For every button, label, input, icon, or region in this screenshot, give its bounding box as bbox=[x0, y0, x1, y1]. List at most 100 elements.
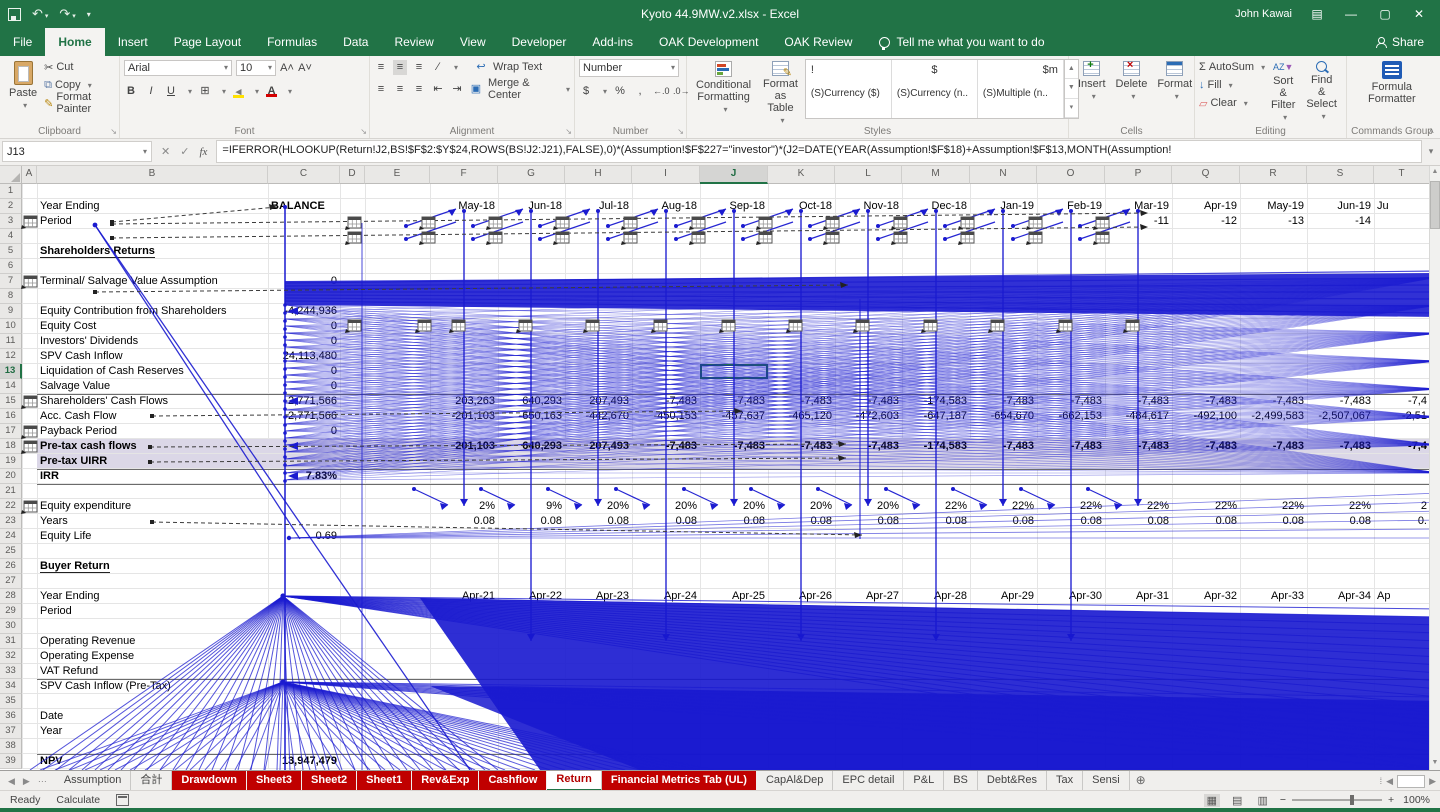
cell-B20[interactable]: IRR bbox=[37, 469, 268, 484]
cell-N16[interactable]: -654,670 bbox=[970, 409, 1037, 424]
row-header-16[interactable]: 16 bbox=[0, 409, 22, 424]
tab-data[interactable]: Data bbox=[330, 28, 381, 56]
cell-I2[interactable]: Aug-18 bbox=[632, 199, 700, 214]
row-header-20[interactable]: 20 bbox=[0, 469, 22, 484]
row-header-1[interactable]: 1 bbox=[0, 184, 22, 199]
row-header-28[interactable]: 28 bbox=[0, 589, 22, 604]
row-header-12[interactable]: 12 bbox=[0, 349, 22, 364]
cell-J22[interactable]: 20% bbox=[700, 499, 768, 514]
cell-B39[interactable]: NPV bbox=[37, 754, 268, 769]
number-dialog-launcher[interactable]: ↘ bbox=[677, 127, 684, 136]
cell-I23[interactable]: 0.08 bbox=[632, 514, 700, 529]
row-header-21[interactable]: 21 bbox=[0, 484, 22, 499]
close-button[interactable]: ✕ bbox=[1410, 7, 1428, 21]
cell-P23[interactable]: 0.08 bbox=[1105, 514, 1172, 529]
undo-icon[interactable]: ↶ ▾ bbox=[32, 6, 48, 22]
cell-Q2[interactable]: Apr-19 bbox=[1172, 199, 1240, 214]
tab-page-layout[interactable]: Page Layout bbox=[161, 28, 254, 56]
row-header-9[interactable]: 9 bbox=[0, 304, 22, 319]
row-header-5[interactable]: 5 bbox=[0, 244, 22, 259]
cell-L23[interactable]: 0.08 bbox=[835, 514, 902, 529]
align-right-button[interactable]: ≡ bbox=[412, 82, 426, 97]
cell-M16[interactable]: -647,187 bbox=[902, 409, 970, 424]
grow-font-button[interactable]: A˄ bbox=[280, 61, 294, 76]
cell-T28[interactable]: Ap bbox=[1374, 589, 1430, 604]
cell-I28[interactable]: Apr-24 bbox=[632, 589, 700, 604]
tab-add-ins[interactable]: Add-ins bbox=[579, 28, 646, 56]
col-header-C[interactable]: C bbox=[268, 165, 340, 184]
cell-O23[interactable]: 0.08 bbox=[1037, 514, 1105, 529]
sheet-tab-p-l[interactable]: P&L bbox=[904, 771, 944, 791]
row-header-19[interactable]: 19 bbox=[0, 454, 22, 469]
cell-T15[interactable]: -7,4 bbox=[1374, 394, 1430, 409]
cell-P15[interactable]: -7,483 bbox=[1105, 394, 1172, 409]
sheet-tab-cashflow[interactable]: Cashflow bbox=[479, 771, 547, 791]
cell-H18[interactable]: 207,493 bbox=[565, 439, 632, 454]
cell-L18[interactable]: -7,483 bbox=[835, 439, 902, 454]
new-sheet-button[interactable]: ⊕ bbox=[1130, 771, 1152, 791]
col-header-B[interactable]: B bbox=[37, 165, 268, 184]
select-all-corner[interactable] bbox=[0, 165, 22, 184]
collapse-ribbon-button[interactable]: ˄ bbox=[1429, 126, 1434, 136]
cell-C24[interactable]: 0.69 bbox=[268, 529, 340, 544]
cell-K15[interactable]: -7,483 bbox=[768, 394, 835, 409]
page-layout-view-icon[interactable]: ▤ bbox=[1229, 794, 1245, 807]
row-header-26[interactable]: 26 bbox=[0, 559, 22, 574]
cell-C7[interactable]: 0 bbox=[268, 274, 340, 289]
cell-S18[interactable]: -7,483 bbox=[1307, 439, 1374, 454]
formula-input[interactable]: =IFERROR(HLOOKUP(Return!J2,BS!$F$2:$Y$24… bbox=[216, 140, 1422, 163]
cell-B16[interactable]: Acc. Cash Flow bbox=[37, 409, 268, 424]
cell-G2[interactable]: Jun-18 bbox=[498, 199, 565, 214]
align-center-button[interactable]: ≡ bbox=[393, 82, 407, 97]
row-header-4[interactable]: 4 bbox=[0, 229, 22, 244]
cell-K22[interactable]: 20% bbox=[768, 499, 835, 514]
cell-O18[interactable]: -7,483 bbox=[1037, 439, 1105, 454]
cell-O15[interactable]: -7,483 bbox=[1037, 394, 1105, 409]
conditional-formatting-button[interactable]: ConditionalFormatting ▾ bbox=[691, 59, 756, 128]
restore-button[interactable]: ▢ bbox=[1376, 7, 1394, 21]
cell-B28[interactable]: Year Ending bbox=[37, 589, 268, 604]
cell-N2[interactable]: Jan-19 bbox=[970, 199, 1037, 214]
cell-I22[interactable]: 20% bbox=[632, 499, 700, 514]
cell-N18[interactable]: -7,483 bbox=[970, 439, 1037, 454]
accounting-format-button[interactable]: $ bbox=[579, 84, 593, 99]
cell-B17[interactable]: Payback Period bbox=[37, 424, 268, 439]
cell-T22[interactable]: 2 bbox=[1374, 499, 1430, 514]
cell-S16[interactable]: -2,507,067 bbox=[1307, 409, 1374, 424]
cell-style-item[interactable]: $(S)Currency (n.. bbox=[892, 60, 978, 118]
calculate-status[interactable]: Calculate bbox=[56, 794, 100, 806]
row-header-15[interactable]: 15 bbox=[0, 394, 22, 409]
decrease-indent-button[interactable]: ⇤ bbox=[431, 82, 445, 97]
row-header-32[interactable]: 32 bbox=[0, 649, 22, 664]
cell-C39[interactable]: 13,947,479 bbox=[268, 754, 340, 769]
normal-view-icon[interactable]: ▦ bbox=[1204, 794, 1220, 807]
cell-C16[interactable]: -2,771,566 bbox=[268, 409, 340, 424]
row-header-34[interactable]: 34 bbox=[0, 679, 22, 694]
wrap-text-button[interactable]: Wrap Text bbox=[493, 61, 542, 73]
font-color-button[interactable]: A bbox=[265, 85, 278, 97]
cell-I18[interactable]: -7,483 bbox=[632, 439, 700, 454]
cell-Q18[interactable]: -7,483 bbox=[1172, 439, 1240, 454]
cell-P18[interactable]: -7,483 bbox=[1105, 439, 1172, 454]
cell-R2[interactable]: May-19 bbox=[1240, 199, 1307, 214]
cell-Q15[interactable]: -7,483 bbox=[1172, 394, 1240, 409]
cell-G23[interactable]: 0.08 bbox=[498, 514, 565, 529]
cell-H15[interactable]: 207,493 bbox=[565, 394, 632, 409]
sheet-tab-assumption[interactable]: Assumption bbox=[55, 771, 131, 791]
sheet-tab-epc-detail[interactable]: EPC detail bbox=[833, 771, 904, 791]
row-header-2[interactable]: 2 bbox=[0, 199, 22, 214]
row-header-27[interactable]: 27 bbox=[0, 574, 22, 589]
cell-T16[interactable]: -2,51 bbox=[1374, 409, 1430, 424]
middle-align-button[interactable]: ≡ bbox=[393, 60, 407, 75]
paste-button[interactable]: Paste▾ bbox=[4, 59, 42, 112]
cell-C20[interactable]: 7.83% bbox=[268, 469, 340, 484]
cell-H22[interactable]: 20% bbox=[565, 499, 632, 514]
cell-N23[interactable]: 0.08 bbox=[970, 514, 1037, 529]
cell-G18[interactable]: 640,293 bbox=[498, 439, 565, 454]
cell-N22[interactable]: 22% bbox=[970, 499, 1037, 514]
cell-R28[interactable]: Apr-33 bbox=[1240, 589, 1307, 604]
cell-C10[interactable]: 0 bbox=[268, 319, 340, 334]
col-header-I[interactable]: I bbox=[632, 165, 700, 184]
cell-B10[interactable]: Equity Cost bbox=[37, 319, 268, 334]
cell-J28[interactable]: Apr-25 bbox=[700, 589, 768, 604]
